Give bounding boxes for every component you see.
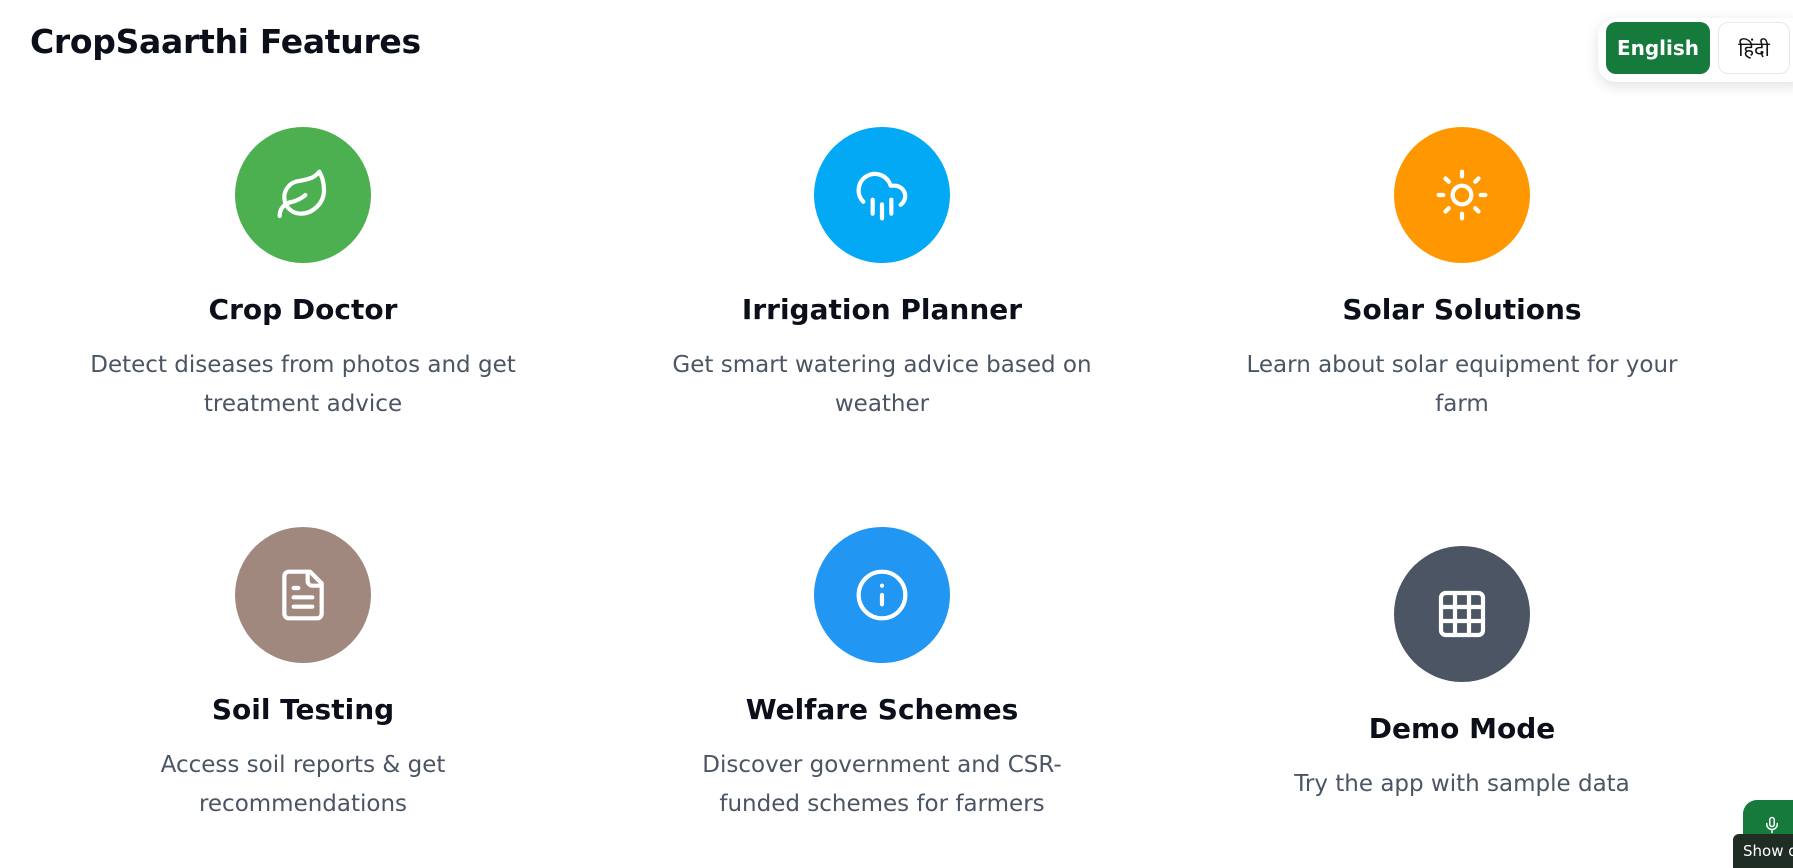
leaf-icon <box>235 127 371 263</box>
feature-title: Welfare Schemes <box>745 693 1019 726</box>
feature-title: Crop Doctor <box>208 293 398 326</box>
cloud-rain-icon <box>814 127 950 263</box>
feature-card-irrigation-planner[interactable]: Irrigation Planner Get smart watering ad… <box>622 127 1142 424</box>
feature-card-welfare-schemes[interactable]: Welfare Schemes Discover government and … <box>622 527 1142 824</box>
assistant-tooltip[interactable]: Show d <box>1733 834 1793 868</box>
feature-card-soil-testing[interactable]: Soil Testing Access soil reports & get r… <box>43 527 563 824</box>
feature-description: Try the app with sample data <box>1294 771 1630 797</box>
grid-icon <box>1394 546 1530 682</box>
english-button[interactable]: English <box>1606 22 1710 74</box>
microphone-icon <box>1766 816 1778 834</box>
sun-icon <box>1394 127 1530 263</box>
feature-card-crop-doctor[interactable]: Crop Doctor Detect diseases from photos … <box>43 127 563 424</box>
feature-description: Discover government and CSR-funded schem… <box>702 752 1062 817</box>
feature-title: Irrigation Planner <box>741 293 1023 326</box>
hindi-button[interactable]: हिंदी <box>1718 22 1790 74</box>
feature-description: Access soil reports & get recommendation… <box>160 752 446 817</box>
feature-description: Learn about solar equipment for your far… <box>1246 352 1678 417</box>
document-icon <box>235 527 371 663</box>
feature-title: Demo Mode <box>1368 712 1556 745</box>
feature-title: Solar Solutions <box>1342 293 1582 326</box>
language-switcher: English हिंदी <box>1598 18 1793 82</box>
feature-title: Soil Testing <box>211 693 395 726</box>
feature-card-solar-solutions[interactable]: Solar Solutions Learn about solar equipm… <box>1202 127 1722 424</box>
feature-description: Get smart watering advice based on weath… <box>672 352 1092 417</box>
info-icon <box>814 527 950 663</box>
feature-card-demo-mode[interactable]: Demo Mode Try the app with sample data <box>1202 546 1722 804</box>
page-title: CropSaarthi Features <box>30 22 421 61</box>
feature-description: Detect diseases from photos and get trea… <box>90 352 516 417</box>
